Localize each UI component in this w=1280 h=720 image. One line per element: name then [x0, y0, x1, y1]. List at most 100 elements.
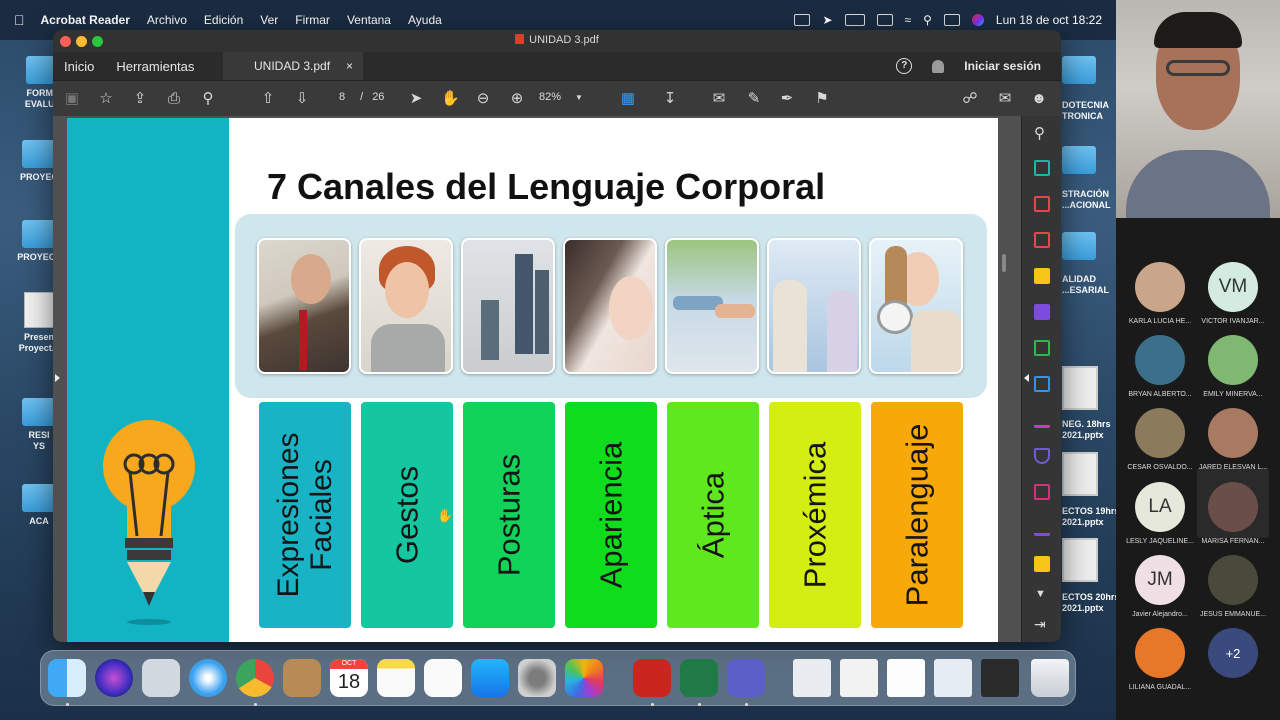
redact-icon[interactable] [1034, 484, 1050, 500]
next-page-icon[interactable]: ⇩ [293, 90, 311, 108]
menu-ver[interactable]: Ver [260, 13, 278, 27]
participant[interactable]: JARED ELESVAN L... [1193, 408, 1273, 471]
comment-tool-icon[interactable] [1034, 268, 1050, 284]
menu-ayuda[interactable]: Ayuda [408, 13, 442, 27]
contacts-icon[interactable] [283, 659, 321, 697]
organize-pages-icon[interactable] [1034, 196, 1050, 212]
bell-icon[interactable] [932, 59, 945, 73]
battery-icon[interactable] [844, 14, 865, 26]
participant[interactable]: LILIANA GUADAL... [1120, 628, 1200, 691]
reminders-icon[interactable] [424, 659, 462, 697]
upload-icon[interactable]: ⇪ [131, 90, 149, 108]
save-icon[interactable]: ▣ [63, 90, 81, 108]
link-icon[interactable]: ☍ [961, 90, 979, 108]
protect-icon[interactable] [1034, 448, 1050, 464]
folder-icon[interactable] [1062, 146, 1096, 174]
print-icon[interactable]: ⎙ [165, 90, 183, 108]
finder-icon[interactable] [48, 659, 86, 697]
document-icon[interactable] [1062, 538, 1098, 582]
window-thumbnail[interactable] [981, 659, 1019, 697]
page-number-input[interactable]: 8 [327, 91, 357, 103]
participant[interactable]: EMILY MINERVA... [1193, 335, 1273, 398]
participant[interactable]: CESAR OSVALDO... [1120, 408, 1200, 471]
siri-dock-icon[interactable] [95, 659, 133, 697]
zoom-in-icon[interactable]: ⊕ [508, 90, 526, 108]
export-pdf-icon[interactable] [1034, 160, 1050, 176]
request-signature-icon[interactable] [1034, 520, 1050, 536]
bookmark-star-icon[interactable]: ☆ [97, 90, 115, 108]
excel-icon[interactable] [680, 659, 718, 697]
zoom-search-icon[interactable]: ⚲ [199, 90, 217, 108]
create-pdf-icon[interactable] [1034, 232, 1050, 248]
participant[interactable]: LA LESLY JAQUELINE... [1120, 482, 1200, 545]
app-store-icon[interactable] [471, 659, 509, 697]
tab-herramientas[interactable]: Herramientas [105, 59, 205, 74]
menu-archivo[interactable]: Archivo [147, 13, 187, 27]
stamp-icon[interactable]: ⚑ [813, 90, 831, 108]
comment-icon[interactable]: ✉ [710, 90, 728, 108]
chevron-down-icon[interactable]: ▼ [1035, 588, 1046, 600]
scan-icon[interactable] [1034, 340, 1050, 356]
participant[interactable]: VM VICTOR IVANJAR... [1193, 262, 1273, 325]
draw-icon[interactable]: ✒ [778, 90, 796, 108]
close-tab-icon[interactable]: × [346, 59, 353, 73]
document-icon[interactable] [1062, 452, 1098, 496]
siri-icon[interactable] [971, 14, 984, 26]
wifi-icon[interactable]: ≈ [905, 13, 912, 27]
window-thumbnail[interactable] [887, 659, 925, 697]
mail-icon[interactable]: ✉ [996, 90, 1014, 108]
participant[interactable]: JESUS EMMANUE... [1193, 555, 1273, 618]
menu-edicion[interactable]: Edición [204, 13, 243, 27]
clock[interactable]: Lun 18 de oct 18:22 [996, 13, 1102, 27]
zoom-out-icon[interactable]: ⊖ [474, 90, 492, 108]
document-viewport[interactable]: 7 Canales del Lenguaje Corporal Expresio… [53, 116, 1021, 642]
keyboard-icon[interactable] [794, 14, 811, 26]
scroll-mode-icon[interactable]: ↧ [661, 90, 679, 108]
compare-icon[interactable] [1034, 304, 1050, 320]
zoom-select[interactable]: 82% ▼ [539, 91, 583, 103]
fill-sign-icon[interactable] [1034, 412, 1050, 428]
chevron-left-icon[interactable] [1024, 374, 1029, 382]
highlight-pen-icon[interactable]: ✎ [745, 90, 763, 108]
control-center-icon[interactable] [943, 14, 960, 26]
scrollbar-thumb[interactable] [1002, 254, 1006, 272]
trash-icon[interactable] [1031, 659, 1069, 697]
window-thumbnail[interactable] [840, 659, 878, 697]
folder-icon[interactable] [1062, 56, 1096, 84]
acrobat-icon[interactable] [633, 659, 671, 697]
edit-pdf-icon[interactable] [1034, 376, 1050, 392]
menu-app-name[interactable]: Acrobat Reader [41, 13, 130, 27]
tab-document[interactable]: UNIDAD 3.pdf × [223, 52, 363, 80]
zoom-tool-icon[interactable]: ⚲ [1034, 124, 1045, 142]
menu-firmar[interactable]: Firmar [295, 13, 330, 27]
participant[interactable]: MARISA FERNAN... [1193, 482, 1273, 545]
teams-icon[interactable] [727, 659, 765, 697]
participant[interactable]: BRYAN ALBERTO... [1120, 335, 1200, 398]
optimize-icon[interactable] [1034, 556, 1050, 572]
collapse-panel-icon[interactable]: ⇥ [1034, 616, 1046, 633]
hand-tool-icon[interactable]: ✋ [441, 90, 460, 108]
speaker-video[interactable] [1116, 0, 1280, 218]
safari-icon[interactable] [189, 659, 227, 697]
add-user-icon[interactable]: ☻ [1030, 90, 1048, 108]
menu-ventana[interactable]: Ventana [347, 13, 391, 27]
tab-inicio[interactable]: Inicio [53, 59, 105, 74]
apple-icon[interactable]:  [14, 12, 25, 28]
system-preferences-icon[interactable] [518, 659, 556, 697]
folder-icon[interactable] [1062, 232, 1096, 260]
chrome-icon[interactable] [236, 659, 274, 697]
notes-icon[interactable] [377, 659, 415, 697]
fit-page-icon[interactable]: ▦ [619, 90, 637, 108]
help-icon[interactable]: ? [896, 58, 913, 74]
previous-page-icon[interactable]: ⇧ [259, 90, 277, 108]
document-icon[interactable] [1062, 366, 1098, 410]
participant[interactable]: KARLA LUCIA HE... [1120, 262, 1200, 325]
select-cursor-icon[interactable]: ➤ [407, 90, 425, 108]
calendar-icon[interactable]: OCT 18 [330, 659, 368, 697]
window-thumbnail[interactable] [793, 659, 831, 697]
launchpad-icon[interactable] [142, 659, 180, 697]
participant[interactable]: JM Javier Alejandro... [1120, 555, 1200, 618]
window-thumbnail[interactable] [934, 659, 972, 697]
search-icon[interactable]: ⚲ [923, 13, 932, 27]
chevron-right-icon[interactable] [55, 374, 60, 382]
